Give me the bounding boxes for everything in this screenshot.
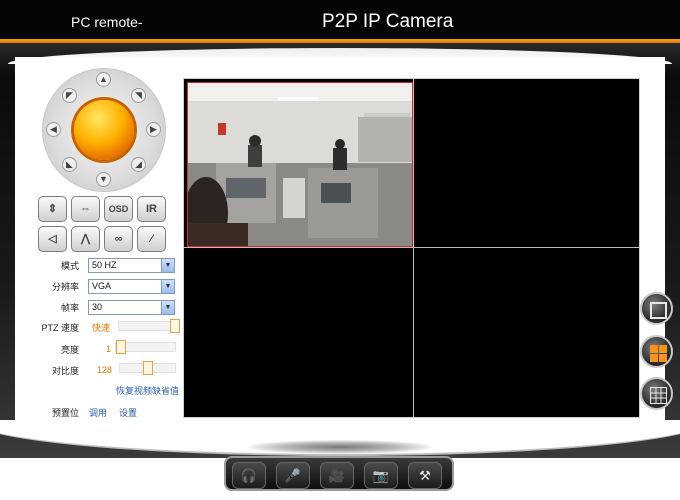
chevron-down-icon[interactable]: ▼ [161, 280, 174, 293]
horizontal-flip-button[interactable]: ⇔ [71, 196, 100, 222]
camera-feed-1[interactable] [187, 82, 413, 247]
brand-label: PC remote- [71, 14, 143, 30]
nine-view-button[interactable] [640, 377, 673, 410]
pan-down-right-arrow-icon[interactable]: ◢ [131, 157, 146, 172]
nine-view-icon [650, 387, 667, 404]
resolution-label: 分辨率 [51, 282, 79, 292]
contrast-slider[interactable] [119, 361, 176, 375]
pan-right-arrow-icon[interactable]: ▶ [146, 122, 161, 137]
camera-app: PC remote- P2P IP Camera ▲ ▼ ◀ ▶ ◤ ◥ ◣ ◢… [0, 0, 680, 500]
chevron-down-icon[interactable]: ▼ [161, 259, 174, 272]
ptz-speed-slider[interactable] [118, 319, 180, 333]
camera-feed-image [188, 83, 412, 246]
mode-select[interactable]: 50 HZ ▼ [88, 258, 175, 273]
preset-set-link[interactable]: 设置 [119, 406, 137, 419]
mode-select-value: 50 HZ [92, 260, 117, 270]
ptz-joystick[interactable]: ▲ ▼ ◀ ▶ ◤ ◥ ◣ ◢ [42, 68, 166, 192]
record-icon[interactable]: 🎥 [320, 462, 354, 489]
pan-up-left-arrow-icon[interactable]: ◤ [62, 88, 77, 103]
left-patrol-button[interactable]: ◁ [38, 226, 67, 252]
pan-up-arrow-icon[interactable]: ▲ [96, 72, 111, 87]
camera-feed-2[interactable] [415, 82, 637, 246]
quad-view-button[interactable] [640, 335, 673, 368]
brightness-value: 1 [106, 344, 112, 354]
resolution-select-value: VGA [92, 281, 112, 291]
joystick-center-button[interactable] [74, 100, 134, 160]
headphone-icon[interactable]: 🎧 [232, 462, 266, 489]
grid-divider-vertical [413, 79, 414, 417]
vertical-flip-button[interactable]: ⇕ [38, 196, 67, 222]
microphone-icon[interactable]: 🎤 [276, 462, 310, 489]
pan-down-arrow-icon[interactable]: ▼ [96, 172, 111, 187]
ir-button[interactable]: IR [137, 196, 166, 222]
header-bar: PC remote- P2P IP Camera [0, 0, 680, 43]
fps-label: 帧率 [60, 303, 79, 313]
pan-left-arrow-icon[interactable]: ◀ [46, 122, 61, 137]
resolution-select[interactable]: VGA ▼ [88, 279, 175, 294]
fps-select[interactable]: 30 ▼ [88, 300, 175, 315]
camera-feed-3[interactable] [187, 249, 412, 415]
pan-down-left-arrow-icon[interactable]: ◣ [62, 157, 77, 172]
chevron-down-icon[interactable]: ▼ [161, 301, 174, 314]
camera-feed-4[interactable] [415, 249, 637, 415]
brightness-slider[interactable] [115, 340, 176, 354]
quad-view-icon [650, 345, 667, 362]
bottom-toolbar: 🎧 🎤 🎥 📷 ⚒ [224, 456, 454, 491]
ptz-speed-label: PTZ 速度 [41, 323, 80, 333]
contrast-label: 对比度 [51, 366, 79, 376]
ptz-speed-thumb[interactable] [170, 319, 180, 333]
toolbar-shadow [248, 440, 432, 454]
grid-divider-horizontal [184, 247, 639, 248]
contrast-value: 128 [97, 365, 113, 375]
snapshot-icon[interactable]: 📷 [364, 462, 398, 489]
page-title: P2P IP Camera [322, 11, 454, 32]
video-grid[interactable] [183, 78, 640, 418]
ptz-speed-value: 快速 [92, 323, 111, 333]
contrast-thumb[interactable] [143, 361, 153, 375]
preset-call-link[interactable]: 调用 [89, 406, 107, 419]
stop-button[interactable]: ⁄ [137, 226, 166, 252]
cruise-button[interactable]: ∞ [104, 226, 133, 252]
mode-label: 模式 [60, 261, 79, 271]
single-view-button[interactable] [640, 292, 673, 325]
restore-default-link[interactable]: 恢复视频缺省值 [116, 384, 179, 397]
fps-select-value: 30 [92, 302, 103, 312]
brightness-thumb[interactable] [116, 340, 126, 354]
brightness-label: 亮度 [60, 345, 79, 355]
up-patrol-button[interactable]: ⋀ [71, 226, 100, 252]
pan-up-right-arrow-icon[interactable]: ◥ [131, 88, 146, 103]
preset-label: 预置位 [51, 408, 79, 418]
osd-button[interactable]: OSD [104, 196, 133, 222]
settings-icon[interactable]: ⚒ [408, 462, 442, 489]
single-view-icon [650, 302, 667, 319]
